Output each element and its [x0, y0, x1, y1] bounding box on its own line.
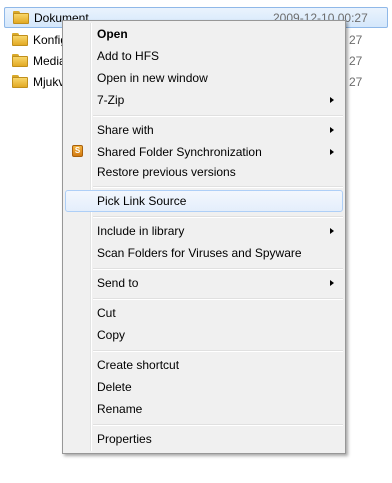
menu-item-label: 7-Zip [97, 93, 125, 107]
menu-item-7-zip[interactable]: 7-Zip [65, 89, 343, 111]
menu-item-properties[interactable]: Properties [65, 428, 343, 450]
menu-item-label: Include in library [97, 224, 185, 238]
menu-item-delete[interactable]: Delete [65, 376, 343, 398]
menu-item-scan-folders[interactable]: Scan Folders for Viruses and Spyware [65, 242, 343, 264]
menu-item-label: Cut [97, 306, 116, 320]
menu-item-label: Scan Folders for Viruses and Spyware [97, 246, 302, 260]
folder-icon [12, 33, 28, 46]
menu-item-share-with[interactable]: Share with [65, 119, 343, 141]
menu-item-copy[interactable]: Copy [65, 324, 343, 346]
submenu-arrow-icon [330, 127, 334, 133]
menu-item-create-shortcut[interactable]: Create shortcut [65, 354, 343, 376]
folder-icon [13, 11, 29, 24]
folder-icon [12, 75, 28, 88]
menu-item-shared-folder-sync[interactable]: S Shared Folder Synchronization [65, 141, 343, 163]
menu-item-label: Copy [97, 328, 126, 342]
menu-separator [93, 298, 343, 300]
menu-item-label: Restore previous versions [97, 165, 236, 179]
file-date: 27 [349, 32, 363, 47]
menu-item-label: Pick Link Source [97, 194, 187, 208]
menu-item-label: Share with [97, 123, 154, 137]
submenu-arrow-icon [330, 228, 334, 234]
menu-item-cut[interactable]: Cut [65, 302, 343, 324]
file-name: Media [33, 53, 66, 68]
menu-item-label: Properties [97, 432, 152, 446]
menu-separator [93, 350, 343, 352]
submenu-arrow-icon [330, 97, 334, 103]
folder-icon [12, 54, 28, 67]
context-menu: Open Add to HFS Open in new window 7-Zip… [62, 20, 346, 454]
menu-item-open[interactable]: Open [65, 23, 343, 45]
menu-item-send-to[interactable]: Send to [65, 272, 343, 294]
file-name: Mjukv [33, 74, 65, 89]
menu-separator [93, 424, 343, 426]
file-date: 27 [349, 74, 363, 89]
menu-separator [93, 216, 343, 218]
menu-separator [93, 186, 343, 188]
menu-item-label: Rename [97, 402, 143, 416]
menu-item-label: Shared Folder Synchronization [97, 145, 262, 159]
menu-item-include-in-library[interactable]: Include in library [65, 220, 343, 242]
menu-separator [93, 268, 343, 270]
submenu-arrow-icon [330, 149, 334, 155]
menu-item-label: Add to HFS [97, 49, 160, 63]
menu-item-label: Create shortcut [97, 358, 180, 372]
menu-item-restore-previous-versions[interactable]: Restore previous versions [65, 161, 343, 183]
shared-folder-sync-icon: S [72, 145, 83, 157]
menu-item-label: Open in new window [97, 71, 208, 85]
submenu-arrow-icon [330, 280, 334, 286]
menu-item-rename[interactable]: Rename [65, 398, 343, 420]
file-date: 27 [349, 53, 363, 68]
menu-item-label: Open [97, 27, 128, 41]
menu-item-add-to-hfs[interactable]: Add to HFS [65, 45, 343, 67]
menu-item-pick-link-source[interactable]: Pick Link Source [65, 190, 343, 212]
menu-item-open-new-window[interactable]: Open in new window [65, 67, 343, 89]
menu-separator [93, 115, 343, 117]
menu-item-label: Delete [97, 380, 132, 394]
menu-item-label: Send to [97, 276, 139, 290]
